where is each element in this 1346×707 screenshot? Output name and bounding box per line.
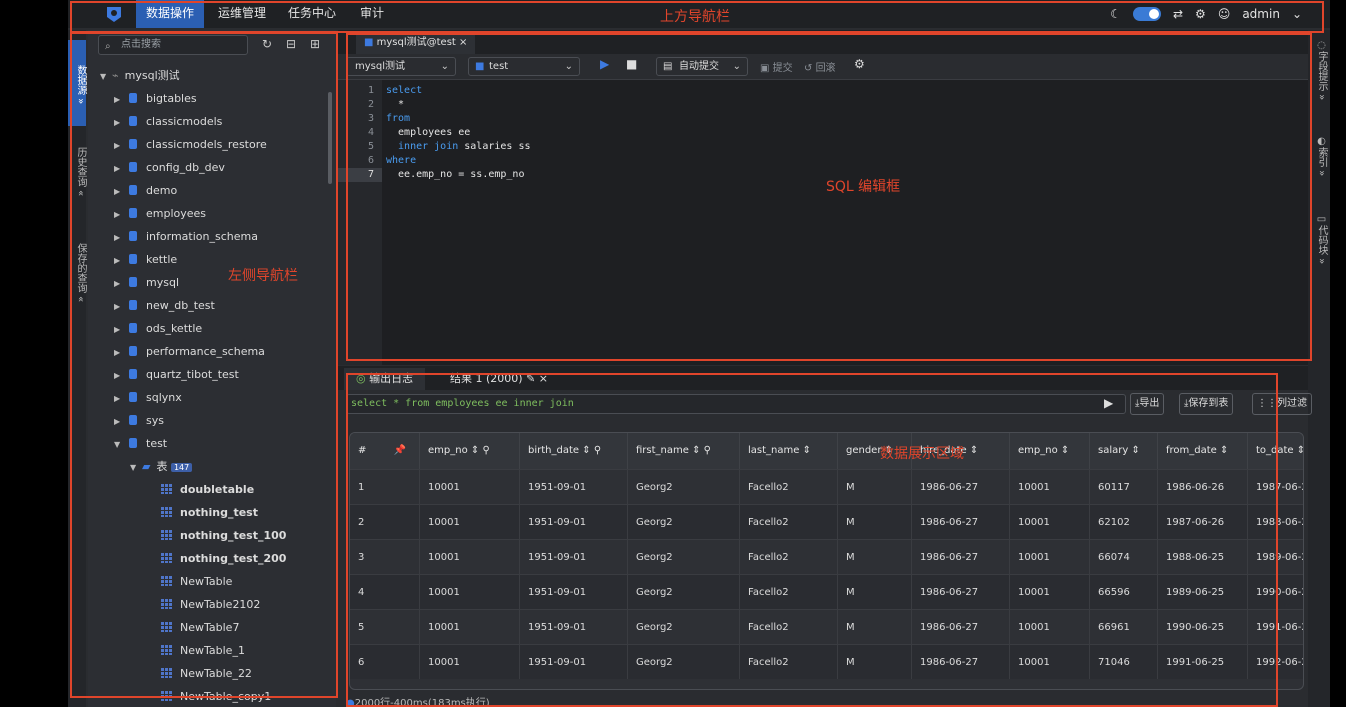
- annotation-box-left: [70, 32, 338, 698]
- annotation-label-result: 数据展示区域: [880, 446, 964, 462]
- bulb-icon: ◌: [1316, 40, 1327, 51]
- rail-tab-index[interactable]: ◐索引 »: [1311, 136, 1327, 176]
- rail-label: 字段提示 »: [1316, 51, 1327, 101]
- annotation-label-top: 上方导航栏: [660, 9, 730, 25]
- rail-label: 代码块 »: [1316, 225, 1327, 265]
- index-icon: ◐: [1316, 136, 1327, 147]
- annotation-box-editor: [346, 33, 1312, 361]
- filter-label: 列过滤: [1277, 398, 1307, 409]
- app-window: 数据操作 运维管理 任务中心 审计 ☾ ⇄ ⚙ ☺ admin ⌄ 数据源 » …: [68, 0, 1330, 707]
- annotation-box-result: [346, 373, 1278, 707]
- sort-icon[interactable]: ⇕: [1297, 445, 1303, 456]
- annotation-label-left: 左侧导航栏: [228, 268, 298, 284]
- code-icon: ▭: [1316, 214, 1327, 225]
- rail-tab-field-hint[interactable]: ◌字段提示 »: [1311, 40, 1327, 100]
- annotation-label-editor: SQL 编辑框: [826, 179, 901, 195]
- rail-tab-snippets[interactable]: ▭代码块 »: [1311, 214, 1327, 264]
- rail-label: 索引 »: [1316, 147, 1327, 177]
